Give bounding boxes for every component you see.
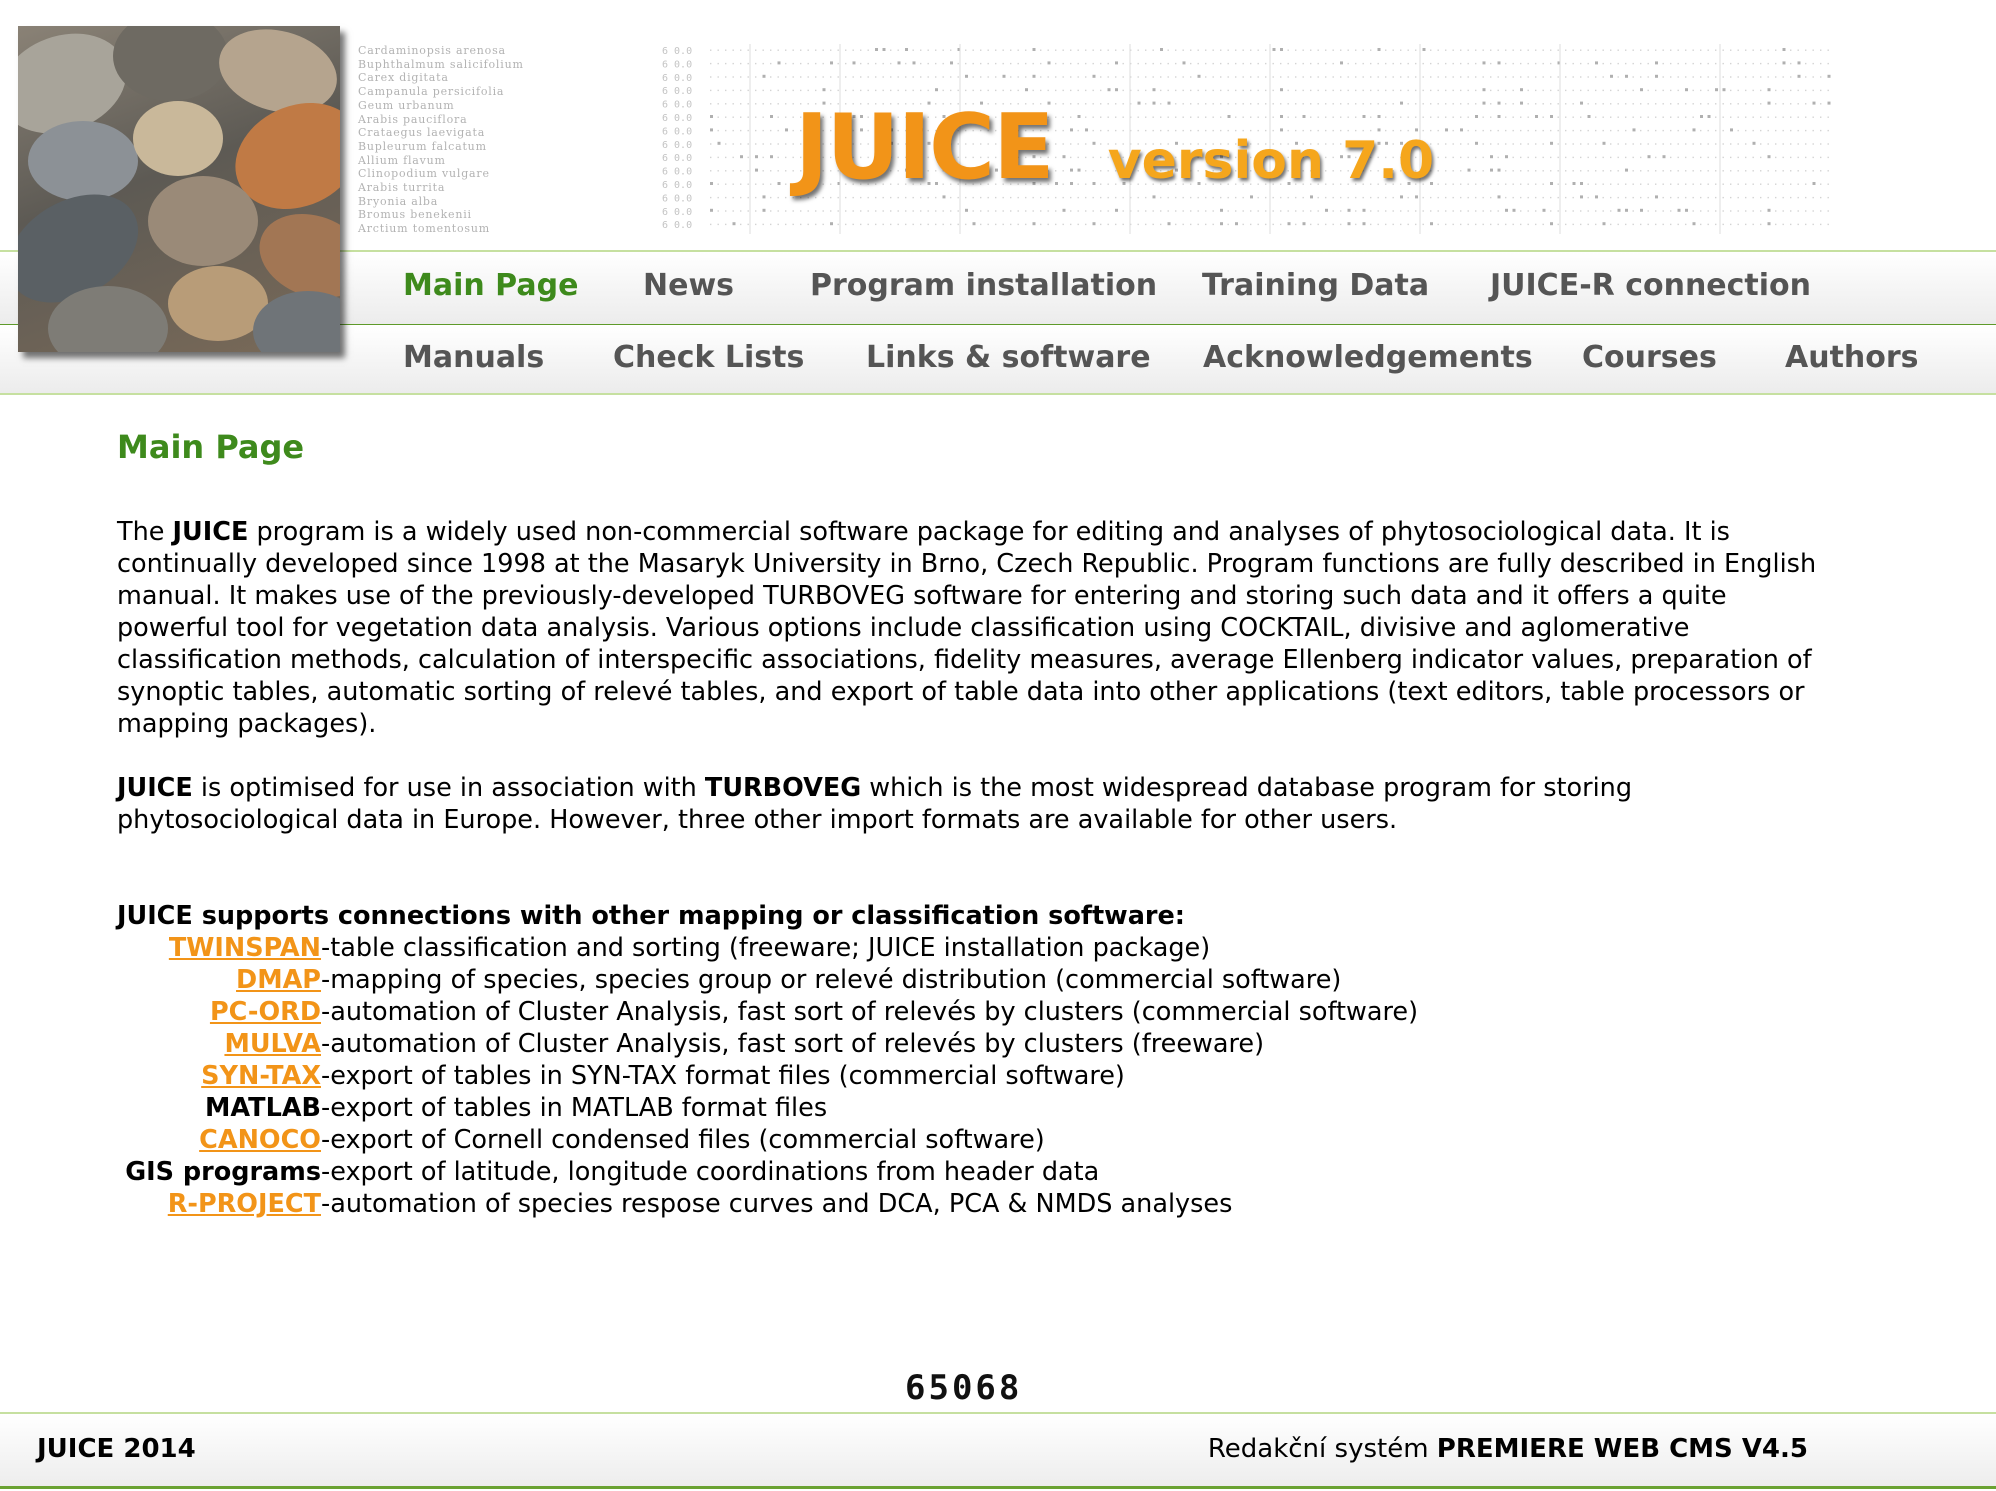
connection-description: -export of tables in MATLAB format files xyxy=(321,1093,828,1123)
connection-name: R-PROJECT xyxy=(117,1188,321,1220)
turboveg-text-mid: is optimised for use in association with xyxy=(192,773,705,803)
species-name: Carex digitata xyxy=(358,71,449,85)
connection-description: -table classification and sorting (freew… xyxy=(321,933,1211,963)
juice-bold: JUICE xyxy=(117,773,193,803)
connection-name: PC-ORD xyxy=(117,996,321,1028)
footer-cms-credit: Redakční systém PREMIERE WEB CMS V4.5 xyxy=(1208,1434,1808,1464)
species-name: Arabis pauciflora xyxy=(358,112,468,126)
species-name: Allium flavum xyxy=(358,153,446,167)
site-header: Cardaminopsis arenosa Buphthalmum salicif… xyxy=(0,0,1996,400)
logo-title: JUICE xyxy=(795,95,1055,200)
cms-credit-name[interactable]: PREMIERE WEB CMS V4.5 xyxy=(1437,1434,1808,1464)
connection-description: -export of latitude, longitude coordinat… xyxy=(321,1157,1100,1187)
connection-row: PC-ORD -automation of Cluster Analysis, f… xyxy=(117,996,1817,1028)
species-name: Bromus benekenii xyxy=(358,208,472,222)
svg-text:6 0.0: 6 0.0 xyxy=(662,220,692,231)
nav-news[interactable]: News xyxy=(643,268,734,303)
connection-name: GIS programs xyxy=(117,1156,321,1188)
intro-paragraph: The JUICE program is a widely used non-c… xyxy=(117,516,1837,740)
svg-text:6 0.0: 6 0.0 xyxy=(662,86,692,97)
svg-text:6 0.0: 6 0.0 xyxy=(662,153,692,164)
site-footer: JUICE 2014 Redakční systém PREMIERE WEB … xyxy=(0,1412,1996,1489)
svg-text:6 0.0: 6 0.0 xyxy=(662,207,692,218)
svg-text:6 0.0: 6 0.0 xyxy=(662,113,692,124)
connection-name: MULVA xyxy=(117,1028,321,1060)
connection-name: DMAP xyxy=(117,964,321,996)
species-name: Bryonia alba xyxy=(358,194,439,208)
cms-credit-prefix: Redakční systém xyxy=(1207,1434,1437,1464)
main-content: Main Page The JUICE program is a widely … xyxy=(117,420,1817,1220)
species-list: Cardaminopsis arenosa Buphthalmum salicif… xyxy=(358,44,524,236)
connection-link[interactable]: R-PROJECT xyxy=(168,1189,321,1219)
connection-link[interactable]: SYN-TAX xyxy=(201,1061,321,1091)
nav-courses[interactable]: Courses xyxy=(1582,340,1717,375)
connection-row: MULVA -automation of Cluster Analysis, fa… xyxy=(117,1028,1817,1060)
svg-text:6 0.0: 6 0.0 xyxy=(662,140,692,151)
connection-description: -automation of species respose curves an… xyxy=(321,1189,1233,1219)
connection-description: -automation of Cluster Analysis, fast so… xyxy=(321,1029,1265,1059)
connection-description: -export of Cornell condensed files (comm… xyxy=(321,1125,1045,1155)
turboveg-bold: TURBOVEG xyxy=(704,773,862,803)
intro-text-start: The xyxy=(117,517,173,547)
logo-version: version 7.0 xyxy=(1107,131,1435,191)
svg-text:6 0.0: 6 0.0 xyxy=(662,167,692,178)
intro-bold-juice: JUICE xyxy=(172,517,249,547)
species-name: Bupleurum falcatum xyxy=(358,139,487,153)
svg-text:6 0.0: 6 0.0 xyxy=(662,100,692,111)
nav-juice-r-connection[interactable]: JUICE-R connection xyxy=(1490,268,1811,303)
connection-row: MATLAB -export of tables in MATLAB format… xyxy=(117,1092,1817,1124)
connection-link[interactable]: TWINSPAN xyxy=(169,933,321,963)
visitor-counter: 65068 xyxy=(905,1368,1023,1408)
svg-text:6 0.0: 6 0.0 xyxy=(662,180,692,191)
connection-name: SYN-TAX xyxy=(117,1060,321,1092)
nav-links-software[interactable]: Links & software xyxy=(866,340,1151,375)
svg-text:6 0.0: 6 0.0 xyxy=(662,126,692,137)
pebbles-photo xyxy=(18,26,340,352)
connections-heading: JUICE supports connections with other ma… xyxy=(117,901,1185,931)
species-name: Clinopodium vulgare xyxy=(358,167,490,181)
nav-training-data[interactable]: Training Data xyxy=(1202,268,1429,303)
connection-row: SYN-TAX -export of tables in SYN-TAX form… xyxy=(117,1060,1817,1092)
connection-name: MATLAB xyxy=(117,1092,321,1124)
connection-name: TWINSPAN xyxy=(117,932,321,964)
species-name: Geum urbanum xyxy=(358,98,455,112)
connection-row: TWINSPAN -table classification and sortin… xyxy=(117,932,1817,964)
svg-text:6 0.0: 6 0.0 xyxy=(662,46,692,57)
nav-acknowledgements[interactable]: Acknowledgements xyxy=(1203,340,1533,375)
connection-link[interactable]: MULVA xyxy=(224,1029,321,1059)
svg-text:6 0.0: 6 0.0 xyxy=(662,73,692,84)
page-title: Main Page xyxy=(117,428,305,466)
connection-link[interactable]: DMAP xyxy=(236,965,321,995)
connection-description: -mapping of species, species group or re… xyxy=(321,965,1342,995)
nav-authors[interactable]: Authors xyxy=(1785,340,1919,375)
nav-main-page[interactable]: Main Page xyxy=(403,268,578,303)
species-name: Arabis turrita xyxy=(358,181,446,195)
connection-link[interactable]: CANOCO xyxy=(199,1125,321,1155)
connection-name: CANOCO xyxy=(117,1124,321,1156)
connections-list: TWINSPAN -table classification and sortin… xyxy=(117,932,1817,1220)
species-name: Arctium tomentosum xyxy=(358,222,490,236)
connection-description: -automation of Cluster Analysis, fast so… xyxy=(321,997,1419,1027)
turboveg-paragraph: JUICE is optimised for use in associatio… xyxy=(117,772,1837,836)
connection-label: GIS programs xyxy=(125,1157,321,1187)
connection-row: GIS programs -export of latitude, longitu… xyxy=(117,1156,1817,1188)
connection-row: R-PROJECT -automation of species respose … xyxy=(117,1188,1817,1220)
species-name: Buphthalmum salicifolium xyxy=(358,57,524,71)
connection-link[interactable]: PC-ORD xyxy=(210,997,321,1027)
connection-row: CANOCO -export of Cornell condensed files… xyxy=(117,1124,1817,1156)
nav-program-installation[interactable]: Program installation xyxy=(810,268,1157,303)
species-name: Cardaminopsis arenosa xyxy=(358,44,506,57)
connection-label: MATLAB xyxy=(205,1093,321,1123)
site-logo: JUICE version 7.0 xyxy=(795,95,1434,200)
species-name: Campanula persicifolia xyxy=(358,85,505,99)
svg-text:6 0.0: 6 0.0 xyxy=(662,59,692,70)
species-name: Crataegus laevigata xyxy=(358,126,486,140)
nav-manuals[interactable]: Manuals xyxy=(403,340,544,375)
nav-check-lists[interactable]: Check Lists xyxy=(613,340,804,375)
connection-description: -export of tables in SYN-TAX format file… xyxy=(321,1061,1125,1091)
intro-text-rest: program is a widely used non-commercial … xyxy=(117,517,1817,739)
footer-copyright: JUICE 2014 xyxy=(37,1434,196,1464)
svg-text:6 0.0: 6 0.0 xyxy=(662,193,692,204)
connection-row: DMAP -mapping of species, species group o… xyxy=(117,964,1817,996)
